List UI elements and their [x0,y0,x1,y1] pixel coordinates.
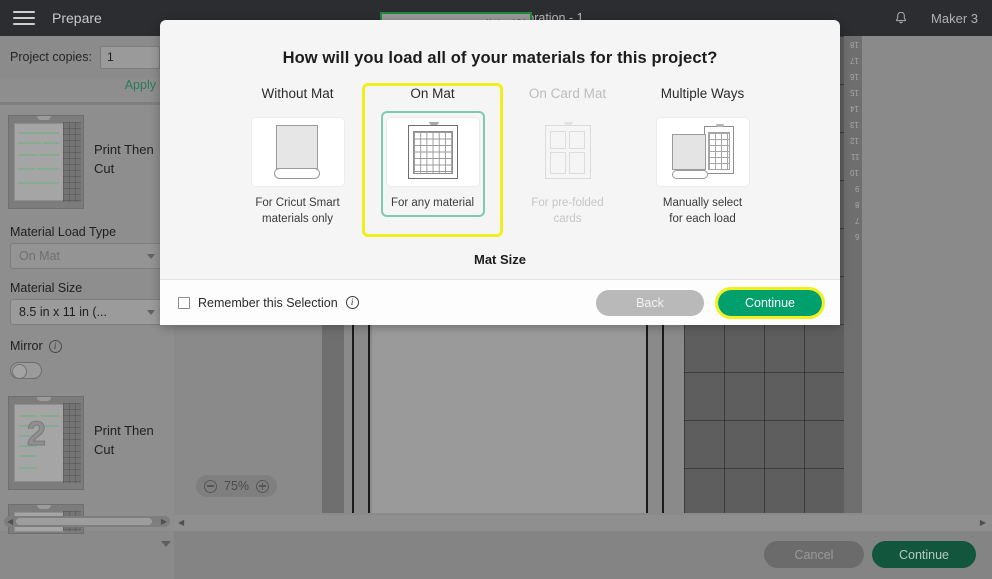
load-option-frame[interactable]: Manually select for each load [651,111,755,234]
remember-selection-label: Remember this Selection [198,295,338,310]
dialog-continue-button[interactable]: Continue [718,289,822,316]
dialog-question: How will you load all of your materials … [282,49,718,67]
material-size-select[interactable]: 8.5 in x 11 in (... [10,299,164,325]
load-option-frame: For pre-folded cards [516,111,620,234]
load-option-frame[interactable]: For any material [380,111,485,218]
continue-button-highlight: Continue [715,286,825,319]
sidebar-scroll-down-arrow[interactable] [161,541,171,547]
zoom-level-label: 75% [224,479,250,493]
material-load-type-value: On Mat [19,249,60,263]
zoom-control[interactable]: 75% [196,475,278,497]
app-root: Prepare Advent Calendar Decoration - 1 M… [0,0,992,579]
info-icon[interactable]: i [345,296,359,309]
ruler-tick: 9 [854,184,859,193]
load-option-title: Multiple Ways [660,86,745,101]
load-option-title: On Card Mat [528,86,607,101]
apply-row: Apply [0,78,174,102]
topbar-right-group: Maker 3 [893,0,978,36]
continue-button[interactable]: Continue [872,541,976,568]
load-option-on-mat[interactable]: On Mat For any material [362,83,503,237]
ruler-tick: 11 [850,152,859,161]
ruler-tick: 10 [850,168,859,177]
ruler-tick: 8 [854,200,859,209]
material-size-value: 8.5 in x 11 in (... [19,305,108,319]
material-roll-icon [250,117,345,187]
cutting-mat-icon [385,117,480,187]
mirror-row: Mirror i [0,325,174,357]
scroll-right-arrow-icon[interactable]: ▶ [158,517,170,526]
ruler-tick: 15 [850,88,859,97]
scroll-left-arrow-icon[interactable]: ◀ [178,518,184,527]
mat-preview-thumbnail: 2 [8,396,84,490]
mat-preview-thumbnail [8,115,84,209]
scroll-right-arrow-icon[interactable]: ▶ [980,518,986,527]
sidebar-horizontal-scrollbar[interactable]: ◀ ▶ [4,516,170,527]
load-option-title: On Mat [410,86,455,101]
canvas-horizontal-scrollbar[interactable]: ◀ ▶ [174,515,992,531]
ruler-tick: 13 [850,120,859,129]
chevron-down-icon [147,309,155,315]
list-item[interactable]: Print Then Cut [0,105,174,213]
bell-icon[interactable] [893,10,909,26]
mirror-label: Mirror [10,339,43,353]
ruler-tick: 14 [850,104,859,113]
ruler-vertical-right: 18 17 16 15 14 13 12 11 10 9 8 7 6 [844,36,862,513]
ruler-tick: 17 [850,56,859,65]
load-option-title: Without Mat [261,86,334,101]
material-size-label: Material Size [10,281,83,295]
mirror-toggle[interactable] [10,362,42,379]
material-load-dialog: How will you load all of your materials … [160,20,840,325]
mat-size-title: Mat Size [473,251,526,267]
load-option-without-mat[interactable]: Without Mat For Cricut Smart materials o… [230,86,365,234]
back-button[interactable]: Back [596,289,704,316]
bottom-action-bar: Cancel Continue [174,531,992,579]
ruler-tick: 16 [850,72,859,81]
chevron-down-icon [147,253,155,259]
hamburger-menu-icon[interactable] [0,0,48,36]
zoom-in-icon[interactable] [256,479,270,493]
dialog-buttons: Back Continue [596,286,825,319]
scrollbar-thumb[interactable] [16,518,152,525]
operation-thumb-number: 2 [27,415,47,454]
ruler-tick: 6 [854,232,859,241]
info-icon[interactable]: i [48,339,62,353]
load-option-caption: For Cricut Smart materials only [255,197,340,226]
load-option-caption: For pre-folded cards [531,197,604,226]
load-option-caption: For any material [390,197,475,209]
list-item[interactable]: 2 Print Then Cut [0,384,174,494]
left-sidebar: Project copies: 1 Apply Print Then Cut M… [0,36,174,547]
load-option-on-card-mat: On Card Mat For pre-folded cards [500,86,635,234]
load-option-group: Without Mat For Cricut Smart materials o… [160,68,840,237]
operation-name: Print Then Cut [94,142,154,176]
ruler-tick: 12 [850,136,859,145]
material-load-type-select[interactable]: On Mat [10,243,164,269]
material-load-type-label: Material Load Type [10,225,117,239]
dialog-footer: Remember this Selection i Back Continue [160,279,840,325]
ruler-tick: 7 [854,216,859,225]
project-copies-label: Project copies: [10,50,92,64]
ruler-tick: 18 [850,40,859,49]
load-option-caption: Manually select for each load [662,197,743,226]
scroll-left-arrow-icon[interactable]: ◀ [4,517,16,526]
zoom-out-icon[interactable] [204,479,217,493]
load-option-multiple-ways[interactable]: Multiple Ways Manually select for each l… [635,86,770,234]
multiple-materials-icon [655,117,750,187]
project-copies-row: Project copies: 1 [0,36,174,78]
card-mat-icon [520,117,615,187]
machine-label[interactable]: Maker 3 [931,11,978,26]
cancel-button[interactable]: Cancel [764,541,864,568]
mode-label: Prepare [52,10,102,26]
project-copies-input[interactable]: 1 [99,45,160,69]
remember-selection-checkbox[interactable] [178,296,190,309]
remember-selection-row[interactable]: Remember this Selection i [178,296,359,310]
load-option-frame[interactable]: For Cricut Smart materials only [246,111,350,234]
apply-button[interactable]: Apply [125,78,156,102]
operation-name: Print Then Cut [94,423,154,457]
